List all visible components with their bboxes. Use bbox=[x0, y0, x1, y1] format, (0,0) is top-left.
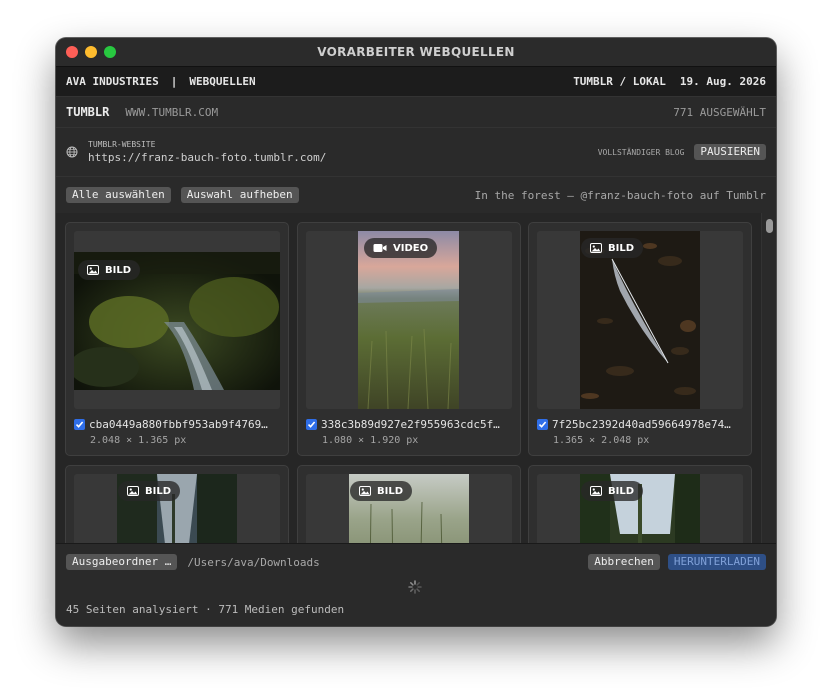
image-icon bbox=[590, 243, 602, 253]
status-text: 45 Seiten analysiert · 771 Medien gefund… bbox=[66, 603, 345, 616]
media-type-badge: BILD bbox=[78, 260, 141, 280]
deselect-button[interactable]: Auswahl aufheben bbox=[180, 187, 299, 203]
media-card[interactable]: BILD bbox=[65, 465, 289, 543]
media-card[interactable]: BILD 7f25bc2392d40ad59664978e74… 1.365 ×… bbox=[528, 222, 752, 456]
checkmark-icon bbox=[538, 421, 547, 428]
title-bar: VORARBEITER WEBQUELLEN bbox=[56, 38, 776, 67]
output-path: /Users/ava/Downloads bbox=[187, 555, 320, 569]
section-name: WEBQUELLEN bbox=[189, 75, 256, 88]
select-all-button[interactable]: Alle auswählen bbox=[66, 187, 171, 203]
image-icon bbox=[87, 265, 99, 275]
media-card[interactable]: VIDEO 338c3b89d927e2f955963cdc5f… 1.080 … bbox=[297, 222, 521, 456]
video-camera-icon bbox=[373, 244, 387, 252]
app-header: AVA INDUSTRIES | WEBQUELLEN TUMBLR / LOK… bbox=[56, 67, 776, 97]
file-dimensions: 1.080 × 1.920 px bbox=[322, 435, 419, 446]
crawl-mode: VOLLSTÄNDIGER BLOG bbox=[597, 147, 685, 157]
source-url: WWW.TUMBLR.COM bbox=[125, 105, 219, 119]
file-dimensions: 1.365 × 2.048 px bbox=[553, 435, 650, 446]
scrollbar[interactable] bbox=[761, 213, 776, 543]
select-checkbox[interactable] bbox=[306, 419, 317, 430]
app-window: VORARBEITER WEBQUELLEN AVA INDUSTRIES | … bbox=[56, 38, 776, 626]
image-icon bbox=[590, 486, 602, 496]
media-card[interactable]: BILD bbox=[297, 465, 521, 543]
file-name: 338c3b89d927e2f955963cdc5f… bbox=[321, 418, 500, 431]
company-name: AVA INDUSTRIES bbox=[66, 75, 159, 88]
site-info: TUMBLR-WEBSITE https://franz-bauch-foto.… bbox=[88, 140, 326, 164]
badge-label: BILD bbox=[608, 485, 635, 497]
media-type-badge: BILD bbox=[581, 238, 644, 258]
selected-count: 771 AUSGEWÄHLT bbox=[673, 105, 766, 119]
file-name: cba0449a880fbbf953ab9f4769… bbox=[89, 418, 268, 431]
badge-label: BILD bbox=[377, 485, 404, 497]
source-name: TUMBLR bbox=[66, 105, 110, 119]
source-label: TUMBLR / LOKAL bbox=[573, 75, 666, 88]
download-button[interactable]: HERUNTERLADEN bbox=[667, 554, 766, 570]
badge-label: BILD bbox=[608, 242, 635, 254]
cancel-button[interactable]: Abbrechen bbox=[588, 554, 660, 570]
file-dimensions: 2.048 × 1.365 px bbox=[90, 435, 187, 446]
media-type-badge: BILD bbox=[118, 481, 181, 501]
select-checkbox[interactable] bbox=[74, 419, 85, 430]
media-card[interactable]: BILD cba0449a880fbbf953ab9f4769… 2.048 ×… bbox=[65, 222, 289, 456]
media-grid: BILD cba0449a880fbbf953ab9f4769… 2.048 ×… bbox=[56, 213, 776, 543]
media-type-badge: VIDEO bbox=[364, 238, 438, 258]
badge-label: VIDEO bbox=[393, 242, 429, 254]
image-icon bbox=[359, 486, 371, 496]
checkmark-icon bbox=[75, 421, 84, 428]
media-type-badge: BILD bbox=[581, 481, 644, 501]
thumbnail-frame bbox=[74, 231, 280, 409]
select-checkbox[interactable] bbox=[537, 419, 548, 430]
footer: Ausgabeordner … /Users/ava/Downloads Abb… bbox=[56, 543, 776, 626]
badge-label: BILD bbox=[105, 264, 132, 276]
badge-label: BILD bbox=[145, 485, 172, 497]
site-url[interactable]: https://franz-bauch-foto.tumblr.com/ bbox=[88, 151, 326, 164]
site-label: TUMBLR-WEBSITE bbox=[88, 140, 156, 149]
media-card[interactable]: BILD bbox=[528, 465, 752, 543]
loading-spinner-icon bbox=[408, 580, 422, 594]
header-separator: | bbox=[170, 75, 178, 88]
site-bar: TUMBLR-WEBSITE https://franz-bauch-foto.… bbox=[56, 128, 776, 177]
post-caption: In the forest — @franz-bauch-foto auf Tu… bbox=[474, 188, 766, 202]
media-type-badge: BILD bbox=[350, 481, 413, 501]
source-bar: TUMBLR WWW.TUMBLR.COM 771 AUSGEWÄHLT bbox=[56, 97, 776, 128]
checkmark-icon bbox=[307, 421, 316, 428]
media-info: cba0449a880fbbf953ab9f4769… 2.048 × 1.36… bbox=[74, 418, 280, 446]
date-label: 19. Aug. 2026 bbox=[679, 75, 766, 88]
selection-bar: Alle auswählen Auswahl aufheben In the f… bbox=[56, 177, 776, 214]
media-info: 7f25bc2392d40ad59664978e74… 1.365 × 2.04… bbox=[537, 418, 743, 446]
media-info: 338c3b89d927e2f955963cdc5f… 1.080 × 1.92… bbox=[306, 418, 512, 446]
window-title: VORARBEITER WEBQUELLEN bbox=[317, 45, 515, 59]
image-icon bbox=[127, 486, 139, 496]
globe-icon bbox=[66, 146, 78, 158]
file-name: 7f25bc2392d40ad59664978e74… bbox=[552, 418, 731, 431]
thumbnail-frame bbox=[537, 231, 743, 409]
output-folder-button[interactable]: Ausgabeordner … bbox=[66, 554, 178, 570]
pause-button[interactable]: PAUSIEREN bbox=[694, 144, 766, 160]
scrollbar-thumb[interactable] bbox=[766, 219, 773, 233]
